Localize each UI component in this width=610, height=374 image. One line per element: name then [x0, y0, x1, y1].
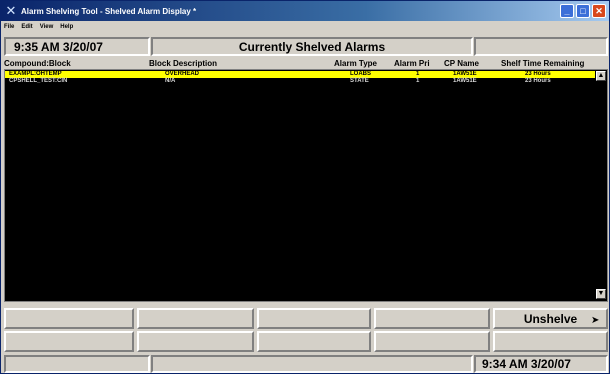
- vertical-scrollbar[interactable]: ▲ ▼: [595, 70, 607, 301]
- menu-view[interactable]: View: [40, 24, 54, 30]
- action-button-3[interactable]: [257, 308, 371, 329]
- cell-description: N/A: [165, 78, 176, 84]
- menu-file[interactable]: File: [4, 24, 14, 30]
- cell-pri: 1: [416, 71, 420, 77]
- column-header-cp[interactable]: CP Name: [444, 59, 479, 68]
- action-button-10[interactable]: [493, 331, 608, 352]
- status-time: 9:34 AM 3/20/07: [474, 355, 608, 373]
- column-header-type[interactable]: Alarm Type: [334, 59, 377, 68]
- minimize-icon[interactable]: _: [560, 4, 574, 18]
- action-button-1[interactable]: [4, 308, 134, 329]
- cell-cp: 1AW51E: [453, 78, 477, 84]
- action-button-8[interactable]: [257, 331, 371, 352]
- header-blank-field: [474, 37, 608, 56]
- table-row[interactable]: EXAMPL:OHTEMP OVERHEAD LOABS 1 1AW51E 23…: [5, 71, 595, 78]
- maximize-icon[interactable]: □: [576, 4, 590, 18]
- menu-help[interactable]: Help: [60, 24, 73, 30]
- menu-bar: File Edit View Help: [1, 21, 609, 33]
- action-button-2[interactable]: [137, 308, 254, 329]
- action-button-7[interactable]: [137, 331, 254, 352]
- current-time: 9:35 AM 3/20/07: [4, 37, 150, 56]
- column-headers: Compound:Block Block Description Alarm T…: [4, 59, 608, 69]
- status-field-1: [4, 355, 150, 373]
- cell-type: LOABS: [350, 71, 371, 77]
- app-window: ✕ Alarm Shelving Tool - Shelved Alarm Di…: [0, 0, 610, 374]
- cell-type: STATE: [350, 78, 369, 84]
- action-button-9[interactable]: [374, 331, 490, 352]
- alarm-list[interactable]: EXAMPL:OHTEMP OVERHEAD LOABS 1 1AW51E 23…: [4, 69, 608, 302]
- scroll-down-icon[interactable]: ▼: [596, 289, 606, 299]
- page-title: Currently Shelved Alarms: [151, 37, 473, 56]
- cell-pri: 1: [416, 78, 420, 84]
- action-button-6[interactable]: [4, 331, 134, 352]
- cell-description: OVERHEAD: [165, 71, 200, 77]
- scroll-up-icon[interactable]: ▲: [596, 71, 606, 81]
- cell-compound: EXAMPL:OHTEMP: [9, 71, 62, 77]
- cursor-icon: ➤: [591, 315, 600, 326]
- cell-cp: 1AW51E: [453, 71, 477, 77]
- column-header-compound[interactable]: Compound:Block: [4, 59, 71, 68]
- cell-remaining: 23 Hours: [525, 71, 551, 77]
- title-bar[interactable]: ✕ Alarm Shelving Tool - Shelved Alarm Di…: [1, 1, 609, 21]
- column-header-description[interactable]: Block Description: [149, 59, 217, 68]
- cell-compound: CPSHELL_TEST:CIN: [9, 78, 68, 84]
- column-header-pri[interactable]: Alarm Pri: [394, 59, 430, 68]
- menu-edit[interactable]: Edit: [21, 24, 32, 30]
- window-title: Alarm Shelving Tool - Shelved Alarm Disp…: [21, 6, 197, 16]
- app-icon: ✕: [5, 3, 17, 18]
- status-field-2: [151, 355, 473, 373]
- action-button-4[interactable]: [374, 308, 490, 329]
- table-row[interactable]: CPSHELL_TEST:CIN N/A STATE 1 1AW51E 23 H…: [5, 78, 595, 85]
- close-icon[interactable]: ✕: [592, 4, 606, 18]
- cell-remaining: 23 Hours: [525, 78, 551, 84]
- column-header-remaining[interactable]: Shelf Time Remaining: [501, 59, 584, 68]
